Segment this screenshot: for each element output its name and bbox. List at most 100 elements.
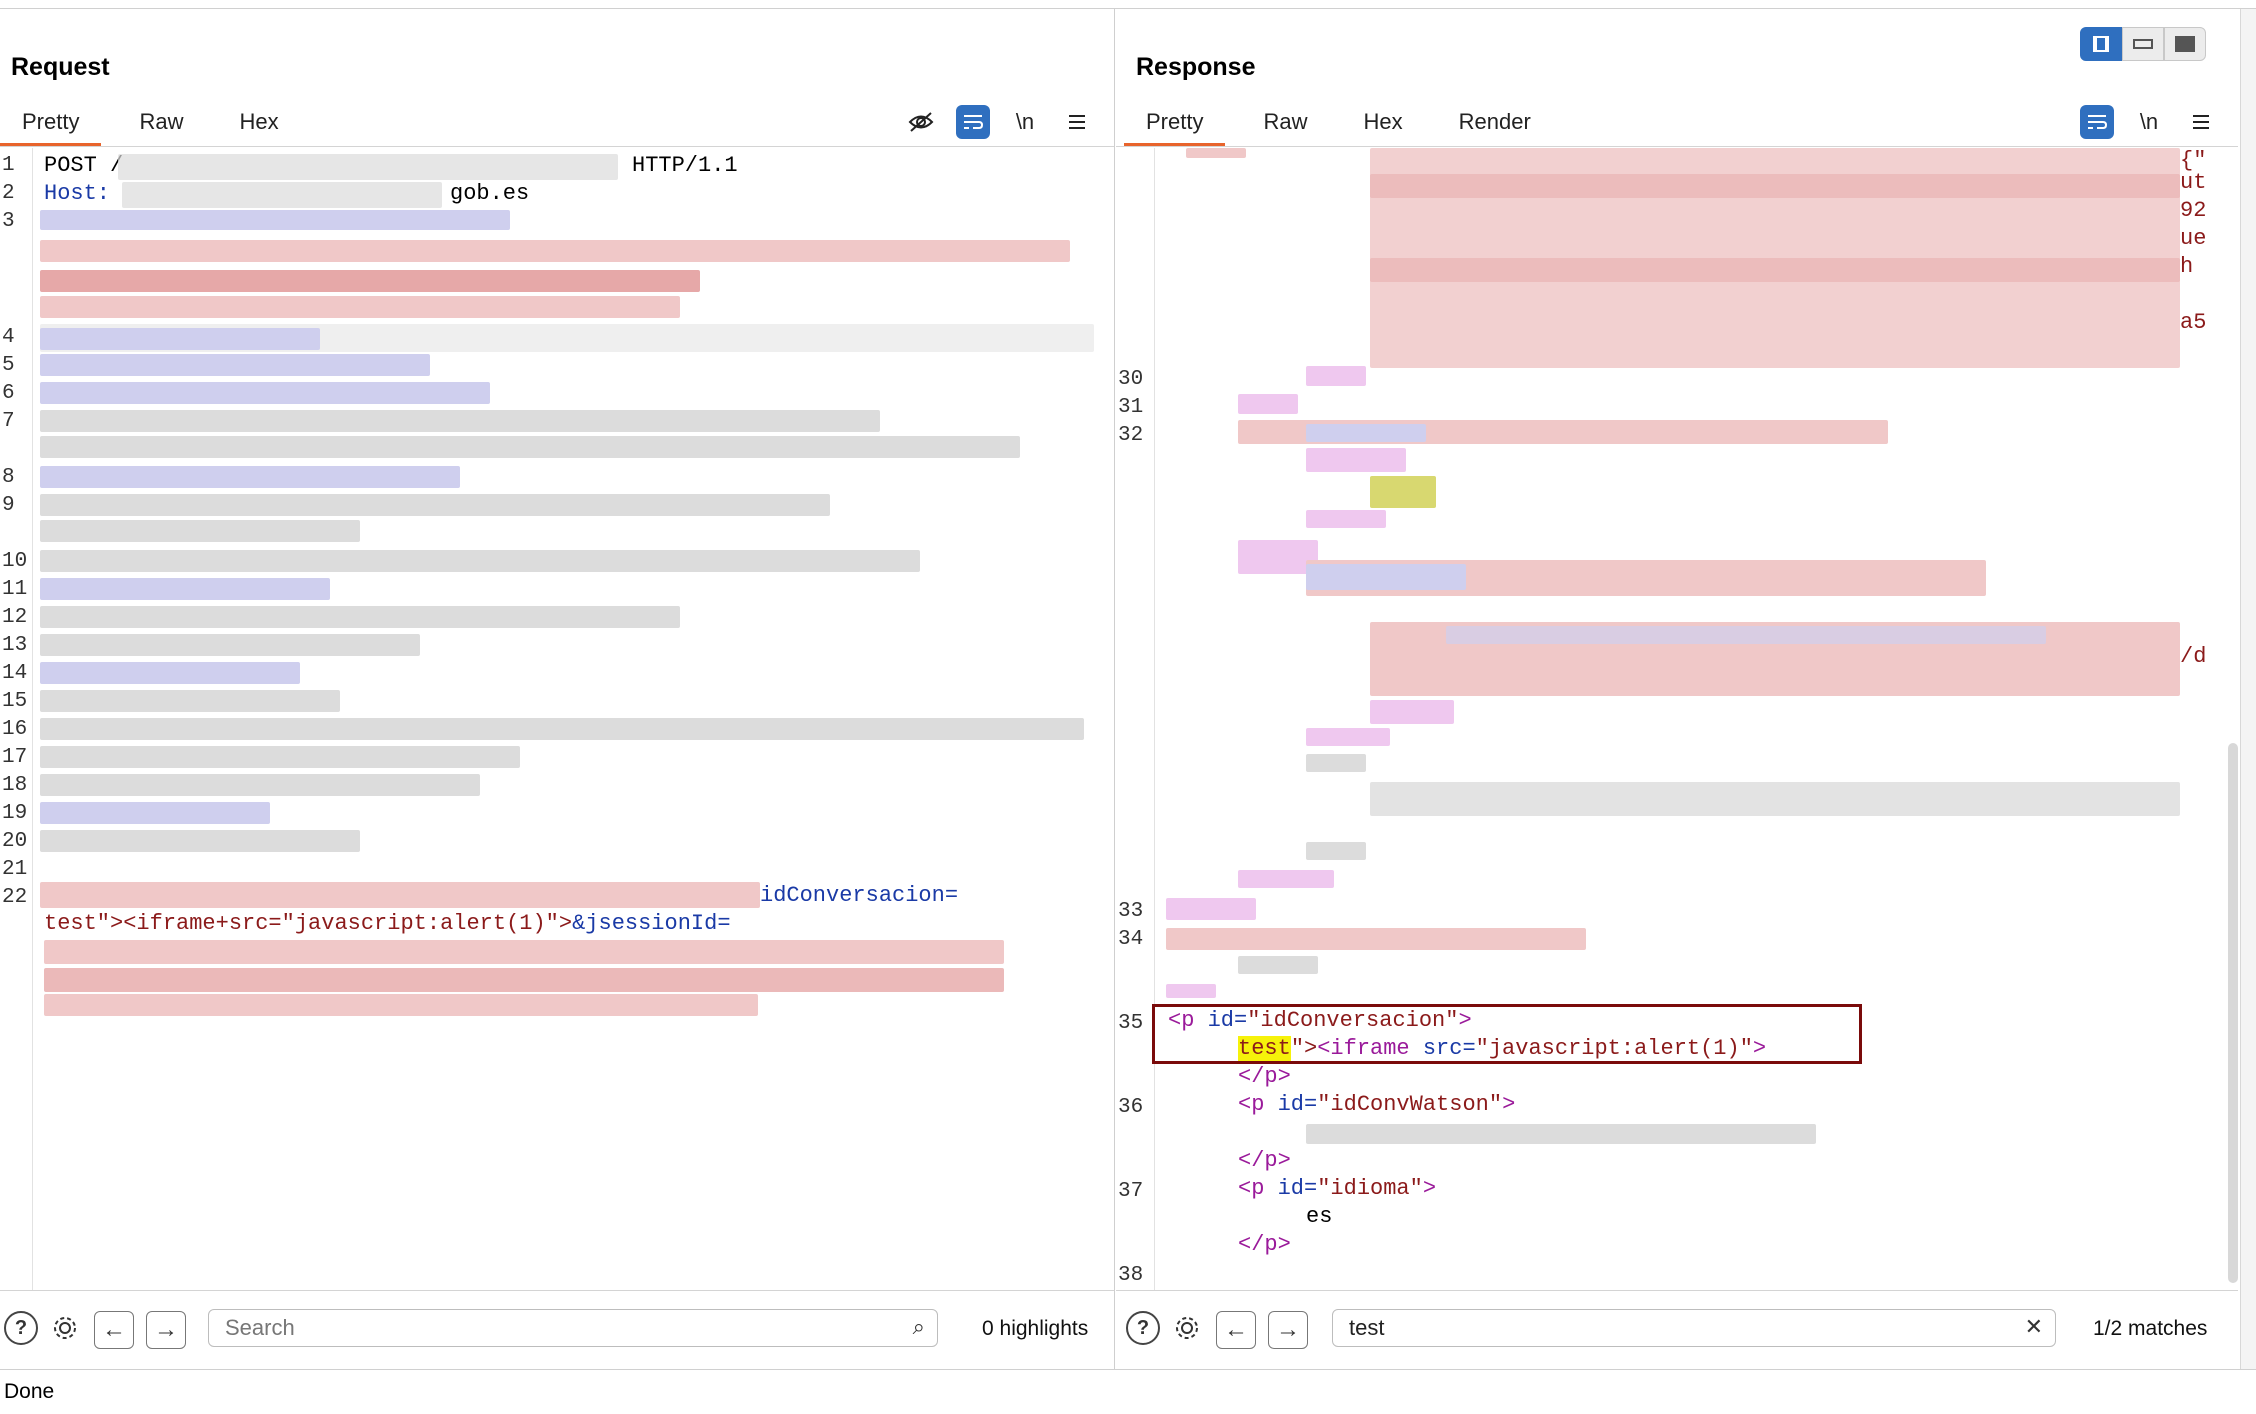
request-tab-raw[interactable]: Raw	[117, 101, 205, 147]
redacted-content	[1446, 626, 2046, 644]
response-scrollbar[interactable]	[2228, 743, 2238, 1283]
response-search-input[interactable]	[1347, 1314, 1929, 1342]
redacted-content	[1238, 956, 1318, 974]
close-p-tag: </p>	[1238, 1232, 1291, 1257]
http-protocol: HTTP/1.1	[632, 153, 738, 178]
host-header-key: Host:	[44, 181, 111, 206]
window-edge-strip	[2240, 9, 2256, 1369]
redacted-header	[40, 382, 490, 404]
line-number: 6	[2, 382, 15, 405]
line-number: 38	[1118, 1264, 1144, 1287]
gear-icon[interactable]	[48, 1311, 82, 1345]
line-number: 13	[2, 634, 28, 657]
redacted-header	[40, 606, 680, 628]
response-tabs-divider	[1116, 146, 2238, 147]
redacted-header	[40, 436, 1020, 458]
wrap-icon[interactable]	[956, 105, 990, 139]
redacted-header	[40, 746, 520, 768]
line-number: 4	[2, 326, 15, 349]
redacted-body-param	[40, 882, 760, 908]
redacted-highlight	[1370, 476, 1436, 508]
redacted-header	[40, 520, 360, 542]
forward-arrow-icon[interactable]: →	[146, 1311, 186, 1349]
line-number: 10	[2, 550, 28, 573]
redacted-header	[40, 830, 360, 852]
response-line-36: <p id="idConvWatson">	[1238, 1092, 1516, 1117]
line-number: 8	[2, 466, 15, 489]
response-footer: ? ← → ✕ 1/2 matches	[1116, 1290, 2238, 1369]
close-p-tag: </p>	[1238, 1064, 1291, 1089]
redacted-content	[1166, 898, 1256, 920]
request-toolbar: \n	[904, 105, 1094, 139]
newline-toggle[interactable]: \n	[2132, 105, 2166, 139]
body-param-jsession: &jsessionId=	[572, 911, 731, 936]
line-number: 22	[2, 886, 28, 909]
help-icon[interactable]: ?	[4, 1311, 38, 1345]
injected-payload: test"><iframe+src="javascript:alert(1)">	[44, 911, 573, 936]
response-tab-render[interactable]: Render	[1437, 101, 1553, 147]
response-tab-hex[interactable]: Hex	[1341, 101, 1424, 147]
response-tab-raw[interactable]: Raw	[1241, 101, 1329, 147]
request-tab-pretty[interactable]: Pretty	[0, 101, 102, 147]
request-tabs: Pretty Raw Hex	[0, 101, 301, 147]
line-number: 31	[1118, 396, 1144, 419]
status-bar: Done	[0, 1369, 2256, 1414]
split-horizontal-button[interactable]	[2122, 27, 2164, 61]
line-number: 2	[2, 182, 15, 205]
wrap-icon[interactable]	[2080, 105, 2114, 139]
layout-toggle	[2080, 27, 2206, 61]
line-number: 5	[2, 354, 15, 377]
single-pane-button[interactable]	[2164, 27, 2206, 61]
redacted-path	[118, 154, 618, 180]
forward-arrow-icon[interactable]: →	[1268, 1311, 1308, 1349]
redacted-header	[40, 240, 1070, 262]
host-header-value: gob.es	[450, 181, 530, 206]
help-icon[interactable]: ?	[1126, 1311, 1160, 1345]
gear-icon[interactable]	[1170, 1311, 1204, 1345]
redacted-header	[40, 210, 510, 230]
redacted-content	[1306, 424, 1426, 442]
back-arrow-icon[interactable]: ←	[1216, 1311, 1256, 1349]
response-toolbar: \n	[2080, 105, 2218, 139]
eye-off-icon[interactable]	[904, 105, 938, 139]
clear-search-icon[interactable]: ✕	[2025, 1314, 2043, 1340]
redacted-header	[40, 634, 420, 656]
redacted-header	[40, 296, 680, 318]
redacted-content	[1370, 174, 2180, 198]
menu-icon[interactable]	[1060, 105, 1094, 139]
idioma-value: es	[1306, 1204, 1333, 1229]
response-title: Response	[1136, 53, 1256, 81]
edge-fragment: /d	[2180, 644, 2207, 669]
redacted-header	[40, 718, 1084, 740]
redacted-header	[40, 410, 880, 432]
line-number: 12	[2, 606, 28, 629]
line-number: 32	[1118, 424, 1144, 447]
redacted-header	[40, 802, 270, 824]
redacted-header	[40, 328, 320, 350]
response-tab-pretty[interactable]: Pretty	[1124, 101, 1226, 147]
request-search-input[interactable]	[223, 1314, 810, 1342]
split-vertical-button[interactable]	[2080, 27, 2122, 61]
request-highlights-count: 0 highlights	[982, 1317, 1089, 1340]
request-pane: Request Pretty Raw Hex \n 1 2 3 4 5 6 7 …	[0, 9, 1115, 1369]
line-number: 14	[2, 662, 28, 685]
response-editor[interactable]: 30 31 32 33 34 35 36 37 38 {" ut 92 ue h…	[1116, 148, 2238, 1291]
request-editor[interactable]: 1 2 3 4 5 6 7 8 9 10 11 12 13 14 15 16 1…	[0, 148, 1114, 1291]
search-icon[interactable]: ⌕	[913, 1314, 925, 1340]
request-tab-hex[interactable]: Hex	[217, 101, 300, 147]
menu-icon[interactable]	[2184, 105, 2218, 139]
line-number: 11	[2, 578, 28, 601]
redacted-content	[1166, 928, 1586, 950]
newline-toggle[interactable]: \n	[1008, 105, 1042, 139]
redacted-content	[1306, 366, 1366, 386]
edge-fragment: 92	[2180, 198, 2207, 223]
line-number: 20	[2, 830, 28, 853]
line-number: 30	[1118, 368, 1144, 391]
line-number: 1	[2, 154, 15, 177]
back-arrow-icon[interactable]: ←	[94, 1311, 134, 1349]
redacted-header	[40, 662, 300, 684]
redacted-content	[1238, 870, 1334, 888]
redacted-content	[1306, 448, 1406, 472]
redacted-session	[44, 940, 1004, 964]
redacted-content	[1370, 700, 1454, 724]
